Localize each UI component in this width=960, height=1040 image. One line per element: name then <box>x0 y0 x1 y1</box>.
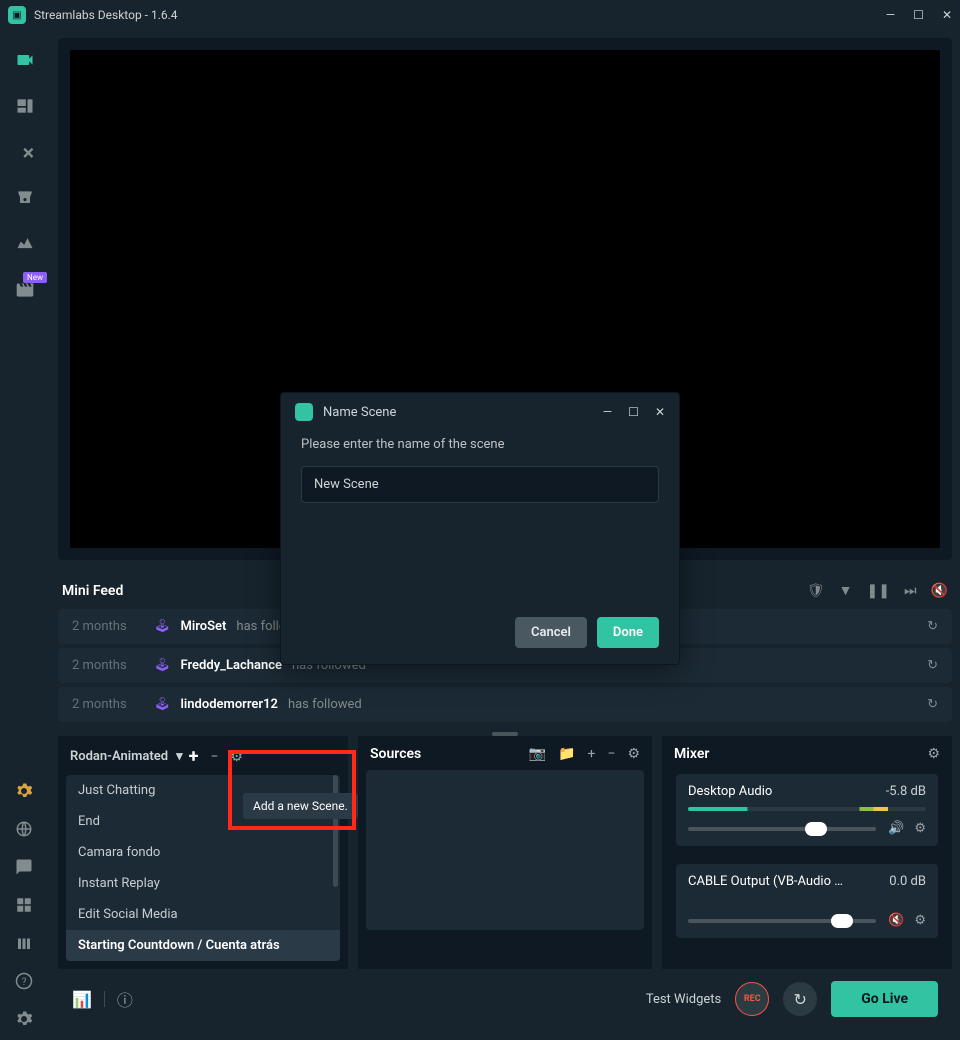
footer-metrics-icon[interactable]: 📊 <box>72 990 92 1009</box>
feed-skip-icon[interactable]: ⏭ <box>904 583 917 599</box>
scene-collection-dropdown[interactable]: Rodan-Animated ▾ <box>70 749 183 764</box>
feed-time: 2 months <box>72 658 144 673</box>
footer-bar: 📊 ⓘ Test Widgets REC ↻ Go Live <box>58 975 952 1023</box>
source-settings-icon[interactable]: ⚙ <box>627 746 640 762</box>
new-badge: New <box>23 272 47 283</box>
mixer-channel-name: CABLE Output (VB-Audio Vir... <box>688 874 848 889</box>
remove-scene-button[interactable]: − <box>210 749 218 765</box>
feed-shield-icon[interactable]: 🛡 <box>807 583 825 599</box>
nav-dashboard-icon[interactable] <box>15 234 35 254</box>
source-folder-icon[interactable]: 📁 <box>558 746 575 762</box>
volume-mute-icon[interactable]: 🔇 <box>888 913 904 928</box>
test-widgets-button[interactable]: Test Widgets <box>646 992 721 1007</box>
nav-help-icon[interactable]: ? <box>15 972 35 992</box>
dialog-minimize-button[interactable]: — <box>603 405 612 419</box>
feed-filter-icon[interactable]: ▼ <box>839 582 853 599</box>
replay-buffer-button[interactable]: ↻ <box>783 982 817 1016</box>
dialog-prompt: Please enter the name of the scene <box>301 437 659 452</box>
feed-actor: lindodemorrer12 <box>181 697 278 712</box>
footer-info-icon[interactable]: ⓘ <box>117 987 133 1011</box>
sources-panel: Sources 📷 📁 + − ⚙ <box>358 736 652 969</box>
mixer-settings-icon[interactable]: ⚙ <box>927 746 940 762</box>
volume-slider[interactable] <box>688 827 876 831</box>
mixer-channel-value: -5.8 dB <box>886 784 926 799</box>
sidebar-nav: New ? <box>0 30 50 1040</box>
channel-settings-icon[interactable]: ⚙ <box>914 821 926 836</box>
chevron-down-icon: ▾ <box>176 749 183 764</box>
name-scene-dialog: Name Scene — ☐ ✕ Please enter the name o… <box>280 392 680 665</box>
mixer-channel-name: Desktop Audio <box>688 784 772 799</box>
feed-pause-icon[interactable]: ❚❚ <box>866 583 889 599</box>
feed-time: 2 months <box>72 697 144 712</box>
cancel-button[interactable]: Cancel <box>515 617 587 648</box>
add-source-button[interactable]: + <box>587 746 595 762</box>
window-titlebar: ▣ Streamlabs Desktop - 1.6.4 — ☐ ✕ <box>0 0 960 30</box>
volume-slider[interactable] <box>688 919 876 923</box>
nav-store-icon[interactable] <box>15 188 35 208</box>
divider <box>104 991 105 1007</box>
feed-actor: MiroSet <box>181 619 227 634</box>
sources-title: Sources <box>370 746 523 762</box>
feed-action: has followed <box>288 697 362 712</box>
add-scene-button[interactable]: + <box>189 746 199 767</box>
nav-editor-icon[interactable] <box>15 50 35 70</box>
window-minimize-button[interactable]: — <box>886 8 895 22</box>
twitch-icon: 🕹 <box>154 619 171 634</box>
scene-item[interactable]: Starting Countdown / Cuenta atrás <box>66 930 340 961</box>
scene-settings-icon[interactable]: ⚙ <box>230 749 243 765</box>
nav-settings-icon[interactable] <box>15 1010 35 1030</box>
channel-settings-icon[interactable]: ⚙ <box>914 913 926 928</box>
mixer-channel-value: 0.0 dB <box>889 874 926 889</box>
mixer-channel: Desktop Audio -5.8 dB 🔊 ⚙ <box>676 774 938 846</box>
nav-stats-icon[interactable] <box>15 934 35 954</box>
window-close-button[interactable]: ✕ <box>942 8 952 22</box>
twitch-icon: 🕹 <box>154 658 171 673</box>
twitch-icon: 🕹 <box>154 697 171 712</box>
feed-row: 2 months 🕹 lindodemorrer12 has followed … <box>58 687 952 722</box>
dialog-maximize-button[interactable]: ☐ <box>628 405 639 419</box>
scene-item[interactable]: Instant Replay <box>66 868 340 899</box>
add-scene-tooltip: Add a new Scene. <box>243 793 358 819</box>
app-logo-icon: ▣ <box>8 6 26 24</box>
feed-time: 2 months <box>72 619 144 634</box>
remove-source-button[interactable]: − <box>607 746 615 762</box>
mixer-title: Mixer <box>674 746 921 762</box>
feed-actor: Freddy_Lachance <box>181 658 283 673</box>
feed-replay-icon[interactable]: ↻ <box>927 658 938 673</box>
nav-grid-icon[interactable] <box>15 896 35 916</box>
go-live-button[interactable]: Go Live <box>831 981 938 1017</box>
done-button[interactable]: Done <box>597 617 659 648</box>
svg-text:?: ? <box>22 977 27 988</box>
nav-highlighter-icon[interactable]: New <box>15 280 35 300</box>
dialog-logo-icon <box>295 403 313 421</box>
feed-replay-icon[interactable]: ↻ <box>927 619 938 634</box>
scene-item[interactable]: Edit Social Media <box>66 899 340 930</box>
scene-item[interactable]: Camara fondo <box>66 837 340 868</box>
nav-layouts-icon[interactable] <box>15 96 35 116</box>
scene-name-input[interactable] <box>301 466 659 503</box>
scenes-panel: Rodan-Animated ▾ + − ⚙ Just Chatting End… <box>58 736 348 969</box>
mixer-channel: CABLE Output (VB-Audio Vir... 0.0 dB 🔇 ⚙ <box>676 864 938 938</box>
dialog-close-button[interactable]: ✕ <box>655 405 665 419</box>
scene-collection-name: Rodan-Animated <box>70 749 168 764</box>
dialog-title: Name Scene <box>323 405 593 420</box>
audio-meter <box>688 807 926 811</box>
volume-speaker-icon[interactable]: 🔊 <box>888 821 904 836</box>
window-title: Streamlabs Desktop - 1.6.4 <box>34 8 886 22</box>
scroll-thumb[interactable] <box>333 775 338 887</box>
record-button[interactable]: REC <box>735 982 769 1016</box>
nav-chat-icon[interactable] <box>15 858 35 878</box>
resize-grip[interactable] <box>492 732 518 736</box>
feed-mute-alerts-icon[interactable]: 🔇 <box>931 583 948 599</box>
nav-globe-icon[interactable] <box>15 820 35 840</box>
nav-gear-accent-icon[interactable] <box>15 782 35 802</box>
nav-themes-icon[interactable] <box>15 142 35 162</box>
feed-replay-icon[interactable]: ↻ <box>927 697 938 712</box>
mixer-panel: Mixer ⚙ Desktop Audio -5.8 dB <box>662 736 952 969</box>
source-webcam-icon[interactable]: 📷 <box>529 746 546 762</box>
window-maximize-button[interactable]: ☐ <box>913 8 924 22</box>
